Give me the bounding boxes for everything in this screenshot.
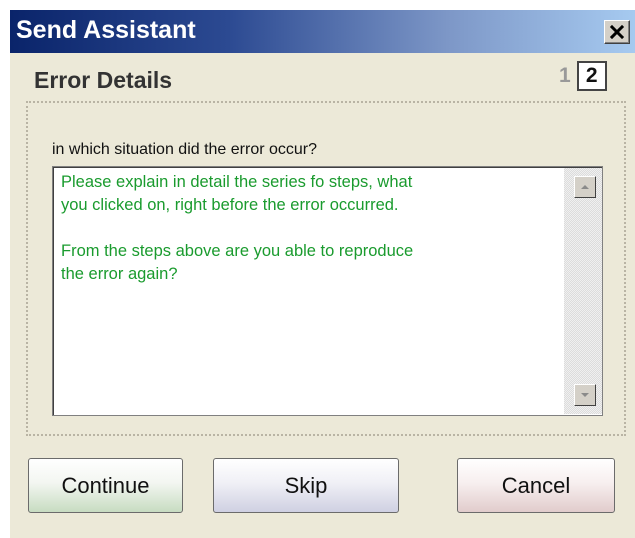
step-2-current: 2 <box>576 61 607 91</box>
step-1: 1 <box>559 64 571 87</box>
step-indicator: 1 2 <box>559 61 607 91</box>
close-icon <box>610 25 624 39</box>
vertical-scrollbar[interactable] <box>564 168 602 414</box>
window-title: Send Assistant <box>16 16 196 44</box>
situation-prompt-label: in which situation did the error occur? <box>52 141 318 158</box>
cancel-button[interactable]: Cancel <box>457 458 615 513</box>
section-title: Error Details <box>34 67 173 93</box>
arrow-down-icon <box>581 393 589 397</box>
textarea-content[interactable]: Please explain in detail the series fo s… <box>61 171 561 286</box>
scroll-up-button[interactable] <box>574 176 596 198</box>
send-assistant-dialog: Send Assistant Error Details 1 2 in whic… <box>10 10 635 538</box>
close-button[interactable] <box>604 20 630 44</box>
error-situation-textarea[interactable]: Please explain in detail the series fo s… <box>52 166 603 416</box>
scroll-down-button[interactable] <box>574 384 596 406</box>
arrow-up-icon <box>581 185 589 189</box>
continue-button[interactable]: Continue <box>28 458 183 513</box>
skip-button[interactable]: Skip <box>213 458 399 513</box>
title-bar[interactable]: Send Assistant <box>10 10 635 53</box>
